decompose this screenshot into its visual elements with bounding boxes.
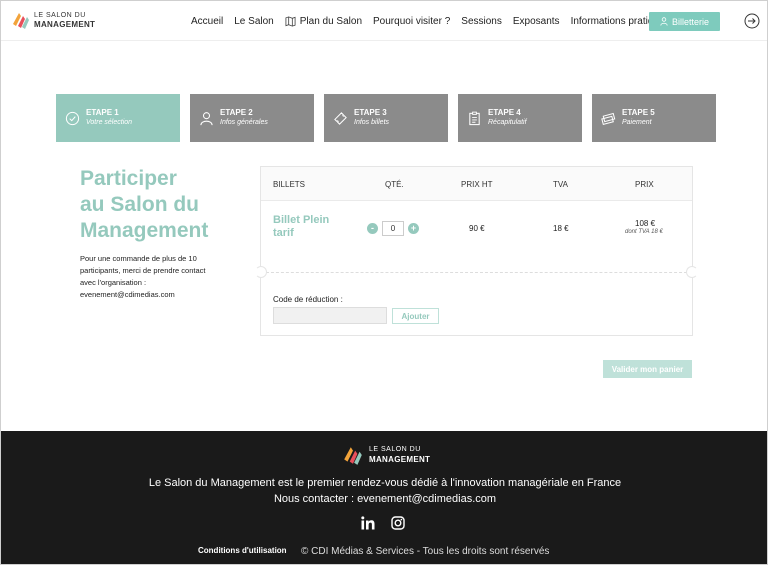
- step-5[interactable]: ETAPE 5 Paiement: [592, 94, 716, 142]
- footer-contact[interactable]: Nous contacter : evenement@cdimedias.com: [1, 493, 767, 505]
- intro-line: participants, merci de prendre contact: [80, 266, 206, 275]
- step-3[interactable]: ETAPE 3 Infos billets: [324, 94, 448, 142]
- copyright-text: © CDI Médias & Services - Tous les droit…: [301, 546, 550, 557]
- billetterie-label: Billetterie: [671, 16, 709, 27]
- intro-line: Pour une commande de plus de 10: [80, 254, 197, 263]
- site-logo[interactable]: LE SALON DU MANAGEMENT: [11, 9, 95, 33]
- map-icon: [285, 15, 296, 27]
- decrement-button[interactable]: -: [367, 223, 378, 234]
- step-subtitle: Paiement: [622, 119, 652, 126]
- page-title: Participer au Salon du Management: [80, 166, 240, 244]
- promo-label: Code de réduction :: [273, 295, 343, 304]
- terms-link[interactable]: Conditions d'utilisation: [198, 546, 287, 555]
- step-4[interactable]: ETAPE 4 Récapitulatif: [458, 94, 582, 142]
- header-tva: TVA: [553, 180, 568, 189]
- ticket-icon: [333, 111, 347, 125]
- quantity-input[interactable]: 0: [382, 221, 404, 236]
- step-subtitle: Infos générales: [220, 119, 268, 126]
- user-icon: [199, 111, 213, 125]
- title-line: Participer: [80, 167, 177, 190]
- nav-accueil[interactable]: Accueil: [191, 16, 223, 27]
- money-icon: [600, 112, 615, 125]
- step-1[interactable]: ETAPE 1 Votre sélection: [56, 94, 180, 142]
- notch-right: [686, 266, 698, 278]
- footer-logo[interactable]: LE SALON DU MANAGEMENT: [341, 444, 433, 466]
- ticket-divider: [261, 272, 692, 273]
- step-subtitle: Infos billets: [354, 119, 390, 126]
- site-header: LE SALON DU MANAGEMENT Accueil Le Salon …: [1, 1, 767, 41]
- step-title: ETAPE 1: [86, 108, 119, 117]
- increment-button[interactable]: +: [408, 223, 419, 234]
- nav-plan-label: Plan du Salon: [299, 15, 363, 27]
- ticket-name: Billet Plein tarif: [273, 214, 330, 239]
- add-promo-button[interactable]: Ajouter: [392, 308, 439, 324]
- price-note: dont TVA 18 €: [625, 229, 663, 235]
- main-nav: Accueil Le Salon Plan du Salon Pourquoi …: [191, 1, 681, 41]
- instagram-icon[interactable]: [391, 516, 405, 530]
- step-subtitle: Votre sélection: [86, 119, 133, 126]
- step-title: ETAPE 3: [354, 108, 387, 117]
- header-prix-ht: PRIX HT: [461, 180, 493, 189]
- validate-cart-button[interactable]: Valider mon panier: [603, 360, 692, 378]
- footer-logo-top: LE SALON DU: [369, 446, 421, 453]
- header-billets: BILLETS: [273, 180, 306, 189]
- intro-text: Pour une commande de plus de 10 particip…: [80, 253, 230, 301]
- check-circle-icon: [65, 111, 79, 125]
- nav-sessions[interactable]: Sessions: [461, 16, 502, 27]
- intro-line: avec l'organisation :: [80, 278, 147, 287]
- linkedin-icon[interactable]: [361, 516, 375, 530]
- logout-icon[interactable]: [744, 13, 760, 29]
- step-title: ETAPE 2: [220, 108, 253, 117]
- step-title: ETAPE 4: [488, 108, 521, 117]
- table-row: Billet Plein tarif - 0 + 90 € 18 € 108 €…: [261, 202, 692, 272]
- price-total: 108 €: [635, 219, 656, 228]
- header-qte: QTÉ.: [385, 180, 404, 189]
- logo-text-top: LE SALON DU: [34, 12, 86, 19]
- nav-exposants[interactable]: Exposants: [513, 16, 560, 27]
- quantity-stepper: - 0 +: [367, 221, 419, 236]
- cart-table: BILLETS QTÉ. PRIX HT TVA PRIX Billet Ple…: [255, 166, 698, 336]
- footer-tagline: Le Salon du Management est le premier re…: [148, 477, 622, 489]
- nav-plan-du-salon[interactable]: Plan du Salon: [285, 16, 362, 27]
- notch-left: [255, 266, 267, 278]
- tva-amount: 18 €: [553, 224, 569, 233]
- cart-header: BILLETS QTÉ. PRIX HT TVA PRIX: [261, 167, 692, 201]
- step-2[interactable]: ETAPE 2 Infos générales: [190, 94, 314, 142]
- logo-mark-icon: [13, 13, 29, 29]
- promo-code-input[interactable]: [273, 307, 387, 324]
- site-footer: LE SALON DU MANAGEMENT Le Salon du Manag…: [1, 431, 767, 564]
- billetterie-button[interactable]: Billetterie: [649, 12, 720, 31]
- nav-le-salon[interactable]: Le Salon: [234, 16, 273, 27]
- title-line: Management: [80, 219, 209, 242]
- checkout-steps: ETAPE 1 Votre sélection ETAPE 2 Infos gé…: [56, 94, 716, 142]
- step-subtitle: Récapitulatif: [488, 119, 527, 126]
- header-prix: PRIX: [635, 180, 654, 189]
- price-ht: 90 €: [469, 224, 485, 233]
- nav-pourquoi-visiter[interactable]: Pourquoi visiter ?: [373, 16, 450, 27]
- logo-text-bottom: MANAGEMENT: [34, 20, 96, 29]
- social-links: [361, 516, 405, 530]
- user-icon: [660, 17, 668, 26]
- step-title: ETAPE 5: [622, 108, 655, 117]
- title-line: au Salon du: [80, 193, 200, 216]
- page: LE SALON DU MANAGEMENT Accueil Le Salon …: [0, 0, 768, 565]
- logo-mark-icon: [344, 447, 362, 465]
- contact-email-link[interactable]: evenement@cdimedias.com: [80, 289, 230, 301]
- footer-logo-bottom: MANAGEMENT: [369, 455, 431, 464]
- clipboard-icon: [468, 111, 480, 125]
